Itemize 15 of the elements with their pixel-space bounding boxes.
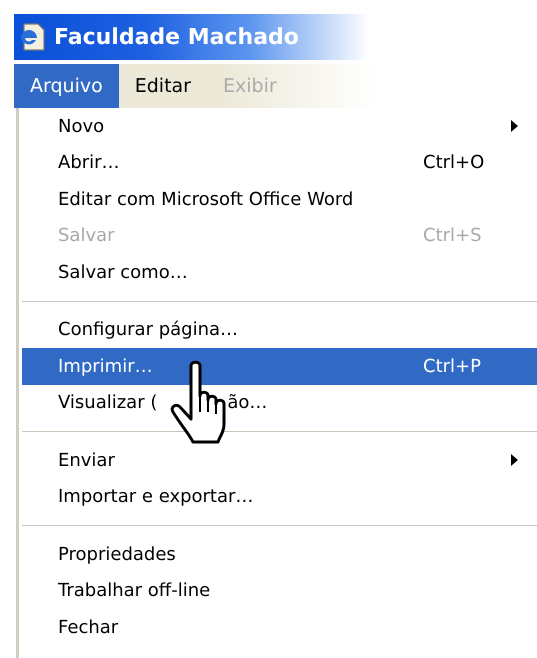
menu-item[interactable]: Editar com Microsoft Office Word (22, 181, 537, 218)
menu-item[interactable]: Enviar (22, 442, 537, 478)
menu-item[interactable]: Abrir… Ctrl+O (22, 144, 537, 181)
menu-bar-item[interactable]: Arquivo (14, 64, 119, 108)
menu-item[interactable]: Visualizar ( ão… (22, 384, 537, 421)
menu-item[interactable]: Trabalhar off-line (22, 572, 537, 609)
menu-item[interactable]: Importar e exportar… (22, 478, 537, 515)
menu-item[interactable]: Propriedades (22, 536, 537, 572)
menu-item[interactable]: Novo (22, 108, 537, 144)
menu-bar-item[interactable]: Editar (118, 64, 207, 108)
menu-item[interactable]: Fechar (22, 609, 537, 646)
menu-item[interactable]: Salvar como… (22, 254, 537, 290)
window-title: Faculdade Machado (54, 24, 299, 50)
menu-item[interactable]: Imprimir… Ctrl+P (22, 348, 537, 384)
menu-item[interactable]: Configurar página… (22, 312, 537, 348)
